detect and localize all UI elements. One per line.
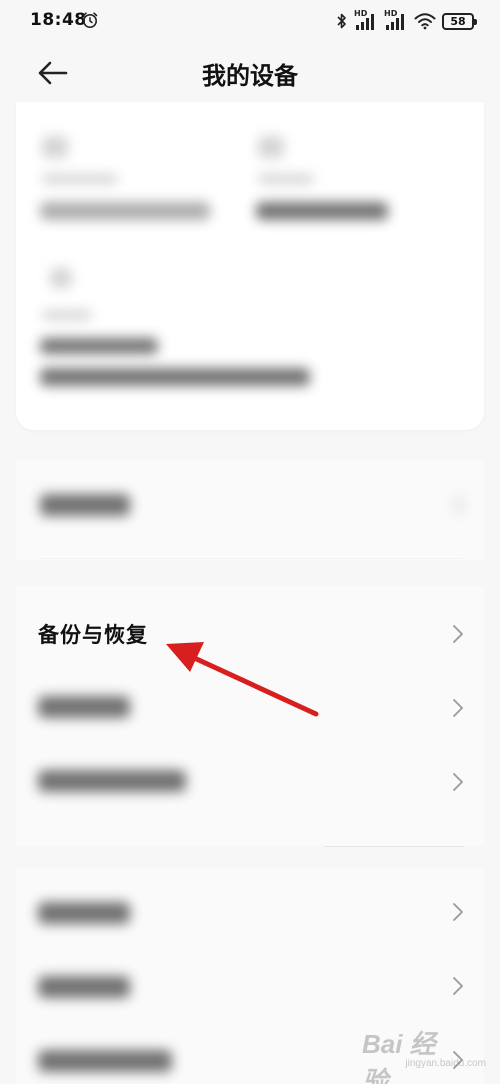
cellular-signal-1: HD <box>354 9 378 31</box>
screen: 18:48 HD HD 58 我的设备 备份与恢复 Bai 经验 jingyan… <box>0 0 500 1084</box>
chevron-right-icon <box>453 1051 463 1069</box>
blurred-label <box>38 902 130 924</box>
menu-item-blurred[interactable] <box>16 956 484 1016</box>
status-time: 18:48 <box>30 10 87 30</box>
backup-restore-label: 备份与恢复 <box>38 623 148 647</box>
device-info-card <box>16 102 484 430</box>
menu-section-2: 备份与恢复 <box>16 586 484 847</box>
blurred-text <box>258 174 314 184</box>
chevron-right-icon <box>453 625 463 643</box>
chevron-right-icon <box>453 699 463 717</box>
wifi-icon <box>414 13 436 30</box>
chevron-right-icon <box>453 773 463 791</box>
blurred-label <box>38 976 130 998</box>
battery-indicator: 58 <box>442 12 477 30</box>
blurred-text <box>40 338 158 354</box>
blurred-label <box>38 770 186 792</box>
menu-item-blurred[interactable] <box>16 1030 484 1084</box>
bluetooth-icon <box>337 13 346 29</box>
cellular-signal-2: HD <box>384 9 408 31</box>
menu-item-blurred[interactable] <box>16 474 484 534</box>
blurred-icon <box>42 136 68 158</box>
blurred-chevron <box>454 496 464 514</box>
status-bar: 18:48 HD HD 58 <box>0 0 500 44</box>
menu-section-3 <box>16 868 484 1084</box>
blurred-label <box>38 1050 172 1072</box>
blurred-label <box>40 494 130 516</box>
menu-item-blurred[interactable] <box>16 882 484 942</box>
menu-item-blurred[interactable] <box>16 678 484 738</box>
blurred-text <box>40 368 310 386</box>
chevron-right-icon <box>453 903 463 921</box>
blurred-text <box>40 202 210 220</box>
menu-item-blurred[interactable] <box>16 752 484 812</box>
blurred-label <box>38 696 130 718</box>
status-icons: HD HD 58 <box>336 9 477 32</box>
alarm-clock-icon <box>82 12 98 28</box>
divider <box>40 558 462 559</box>
blurred-text <box>42 310 92 320</box>
page-title: 我的设备 <box>202 62 298 90</box>
blurred-text <box>42 174 118 184</box>
signal-bars-icon <box>356 14 374 30</box>
header: 我的设备 <box>0 44 500 102</box>
blurred-icon <box>258 136 284 158</box>
signal-bars-icon <box>386 14 404 30</box>
divider <box>324 846 464 847</box>
chevron-right-icon <box>453 977 463 995</box>
blurred-icon <box>50 268 72 288</box>
battery-level: 58 <box>450 14 466 28</box>
blurred-text <box>256 202 388 220</box>
menu-item-backup-restore[interactable]: 备份与恢复 <box>16 604 484 664</box>
menu-section-1 <box>16 460 484 560</box>
